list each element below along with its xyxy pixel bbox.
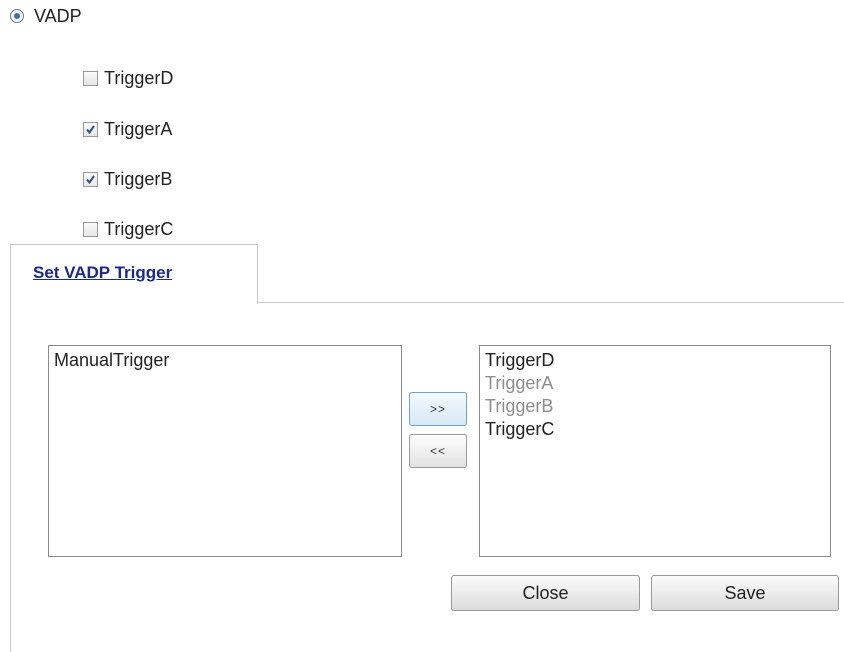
- selected-triggers-list[interactable]: TriggerD TriggerA TriggerB TriggerC: [479, 345, 831, 557]
- vadp-radio-label: VADP: [34, 6, 82, 26]
- trigger-b-label: TriggerB: [104, 168, 173, 189]
- vadp-radio[interactable]: [10, 9, 24, 23]
- list-item[interactable]: TriggerD: [485, 349, 825, 372]
- remove-button[interactable]: <<: [409, 434, 467, 468]
- trigger-checkbox-row[interactable]: TriggerC: [83, 218, 173, 240]
- list-item[interactable]: ManualTrigger: [54, 349, 396, 372]
- trigger-d-label: TriggerD: [104, 67, 174, 88]
- trigger-a-checkbox[interactable]: [83, 121, 98, 137]
- trigger-checkbox-row[interactable]: TriggerD: [83, 67, 173, 89]
- trigger-c-label: TriggerC: [104, 218, 174, 239]
- list-item[interactable]: TriggerC: [485, 418, 825, 441]
- checkmark-icon: [86, 174, 95, 184]
- trigger-checkbox-row[interactable]: TriggerB: [83, 168, 172, 190]
- trigger-d-checkbox[interactable]: [83, 70, 98, 86]
- trigger-b-checkbox[interactable]: [83, 171, 98, 187]
- add-button[interactable]: >>: [409, 392, 467, 426]
- available-triggers-list[interactable]: ManualTrigger: [48, 345, 402, 557]
- radio-selected-dot: [14, 13, 20, 19]
- close-button[interactable]: Close: [451, 575, 640, 611]
- panel-border: [10, 304, 11, 652]
- checkmark-icon: [86, 124, 95, 134]
- tab-set-vadp-trigger[interactable]: Set VADP Trigger: [10, 244, 258, 304]
- save-button[interactable]: Save: [651, 575, 839, 611]
- list-item[interactable]: TriggerB: [485, 395, 825, 418]
- trigger-c-checkbox[interactable]: [83, 221, 98, 237]
- list-item[interactable]: TriggerA: [485, 372, 825, 395]
- trigger-checkbox-row[interactable]: TriggerA: [83, 118, 172, 140]
- trigger-a-label: TriggerA: [104, 118, 173, 139]
- tab-label[interactable]: Set VADP Trigger: [33, 263, 172, 283]
- tab-divider: [258, 302, 844, 303]
